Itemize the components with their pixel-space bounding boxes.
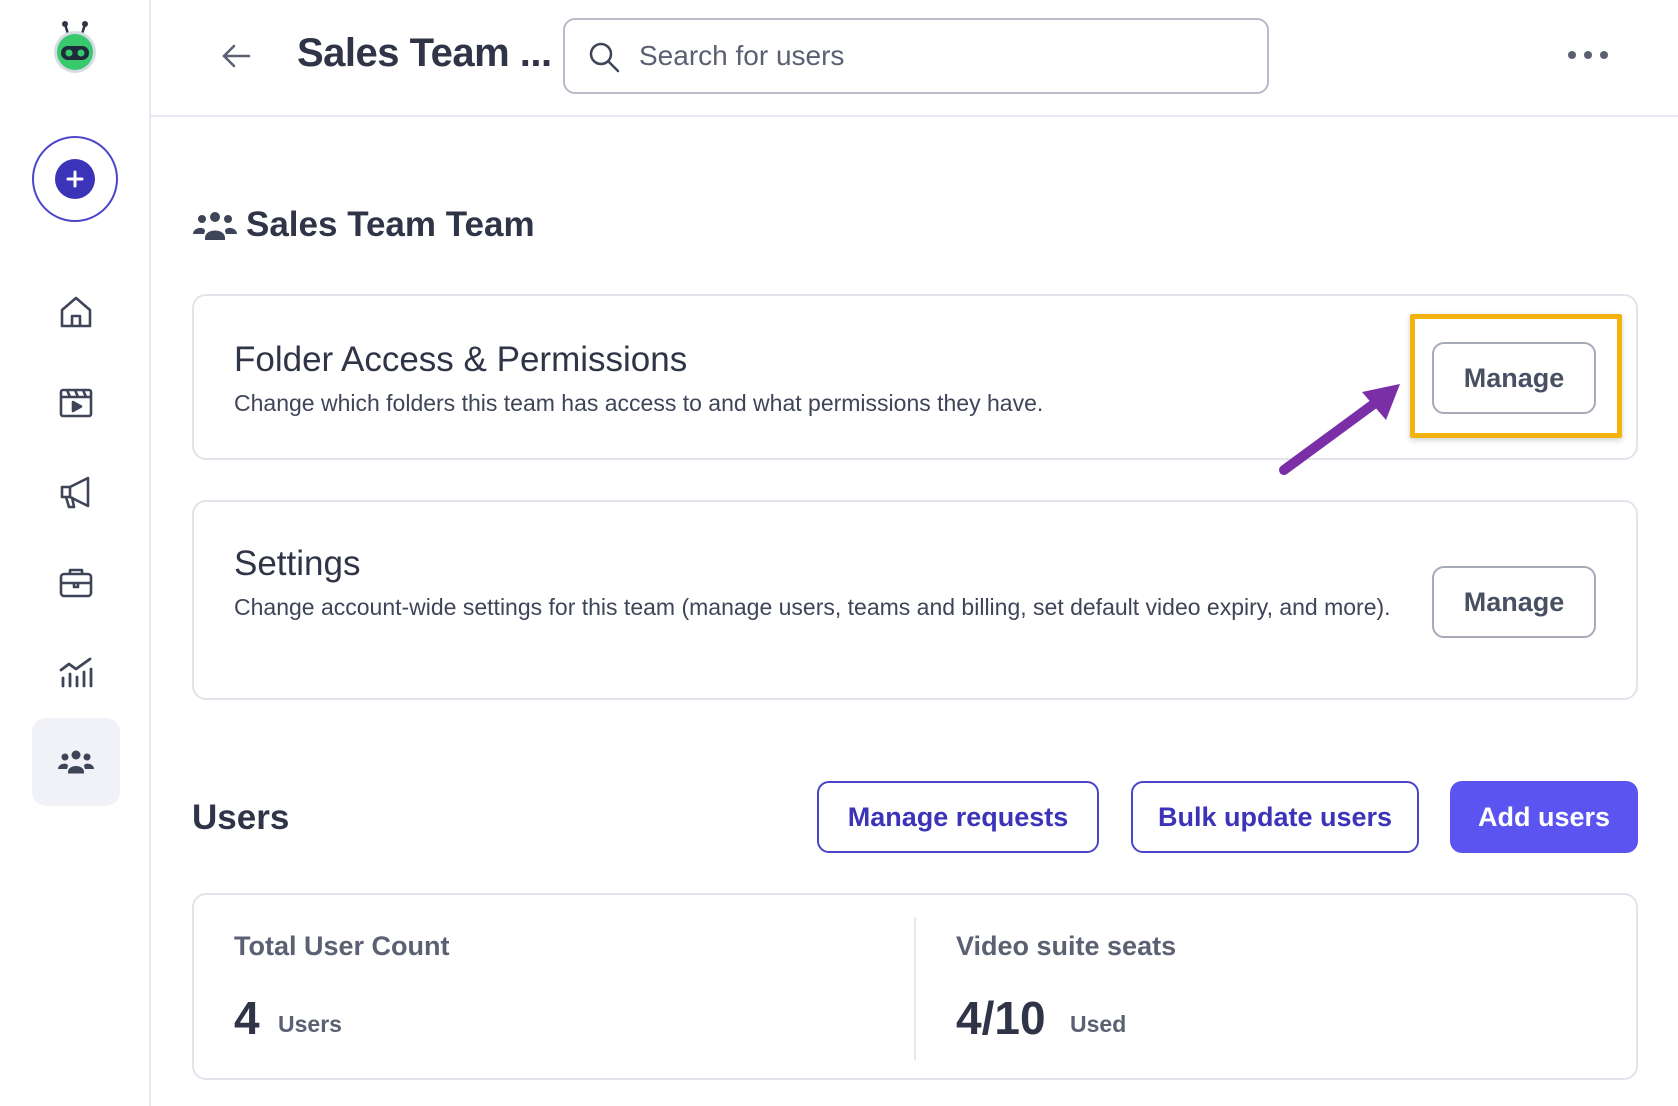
team-users-icon: [193, 212, 237, 240]
video-library-icon: [59, 388, 93, 418]
search-input[interactable]: [639, 36, 1239, 76]
sidebar-item-home[interactable]: [32, 268, 120, 356]
team-users-icon: [58, 750, 94, 774]
bulk-update-users-button[interactable]: Bulk update users: [1131, 781, 1419, 853]
team-name: Sales Team Team: [246, 205, 535, 244]
search-box[interactable]: [563, 18, 1269, 94]
megaphone-icon: [60, 476, 90, 509]
folder-access-description: Change which folders this team has acces…: [234, 390, 1044, 416]
stats-divider: [914, 917, 916, 1060]
back-arrow-icon[interactable]: [216, 36, 256, 76]
settings-card: Settings Change account-wide settings fo…: [192, 500, 1638, 700]
sidebar: [0, 0, 151, 1106]
manage-settings-button[interactable]: Manage: [1432, 566, 1596, 638]
sidebar-item-teams[interactable]: [32, 718, 120, 806]
app-logo-icon[interactable]: [50, 20, 100, 74]
stat-label: Total User Count: [234, 931, 450, 961]
page-title: Sales Team ...: [297, 31, 552, 75]
sidebar-item-videos[interactable]: [32, 358, 120, 446]
settings-description: Change account-wide settings for this te…: [234, 594, 1391, 620]
stat-value: 4: [234, 992, 260, 1044]
team-heading: Sales Team Team: [192, 205, 535, 245]
sidebar-item-campaigns[interactable]: [32, 448, 120, 536]
create-new-button[interactable]: [32, 136, 118, 222]
settings-title: Settings: [234, 544, 361, 583]
search-icon: [589, 42, 620, 73]
briefcase-icon: [59, 568, 93, 598]
user-stats-card: Total User Count 4 Users Video suite sea…: [192, 893, 1638, 1080]
plus-icon: [55, 159, 95, 199]
stat-unit: Used: [1070, 1011, 1127, 1037]
manage-requests-button[interactable]: Manage requests: [817, 781, 1099, 853]
analytics-chart-icon: [59, 657, 93, 688]
users-section-title: Users: [192, 798, 290, 837]
sidebar-item-analytics[interactable]: [32, 628, 120, 716]
annotation-highlight-box: [1410, 314, 1622, 438]
sidebar-item-tools[interactable]: [32, 538, 120, 626]
annotation-arrow-icon: [1279, 384, 1400, 475]
add-users-button[interactable]: Add users: [1450, 781, 1638, 853]
more-options-icon[interactable]: [1568, 40, 1608, 70]
stat-label: Video suite seats: [956, 931, 1177, 961]
folder-access-title: Folder Access & Permissions: [234, 340, 688, 379]
top-header: Sales Team ...: [151, 0, 1678, 117]
stat-unit: Users: [278, 1011, 342, 1037]
home-icon: [60, 296, 92, 328]
stat-value: 4/10: [956, 992, 1046, 1044]
